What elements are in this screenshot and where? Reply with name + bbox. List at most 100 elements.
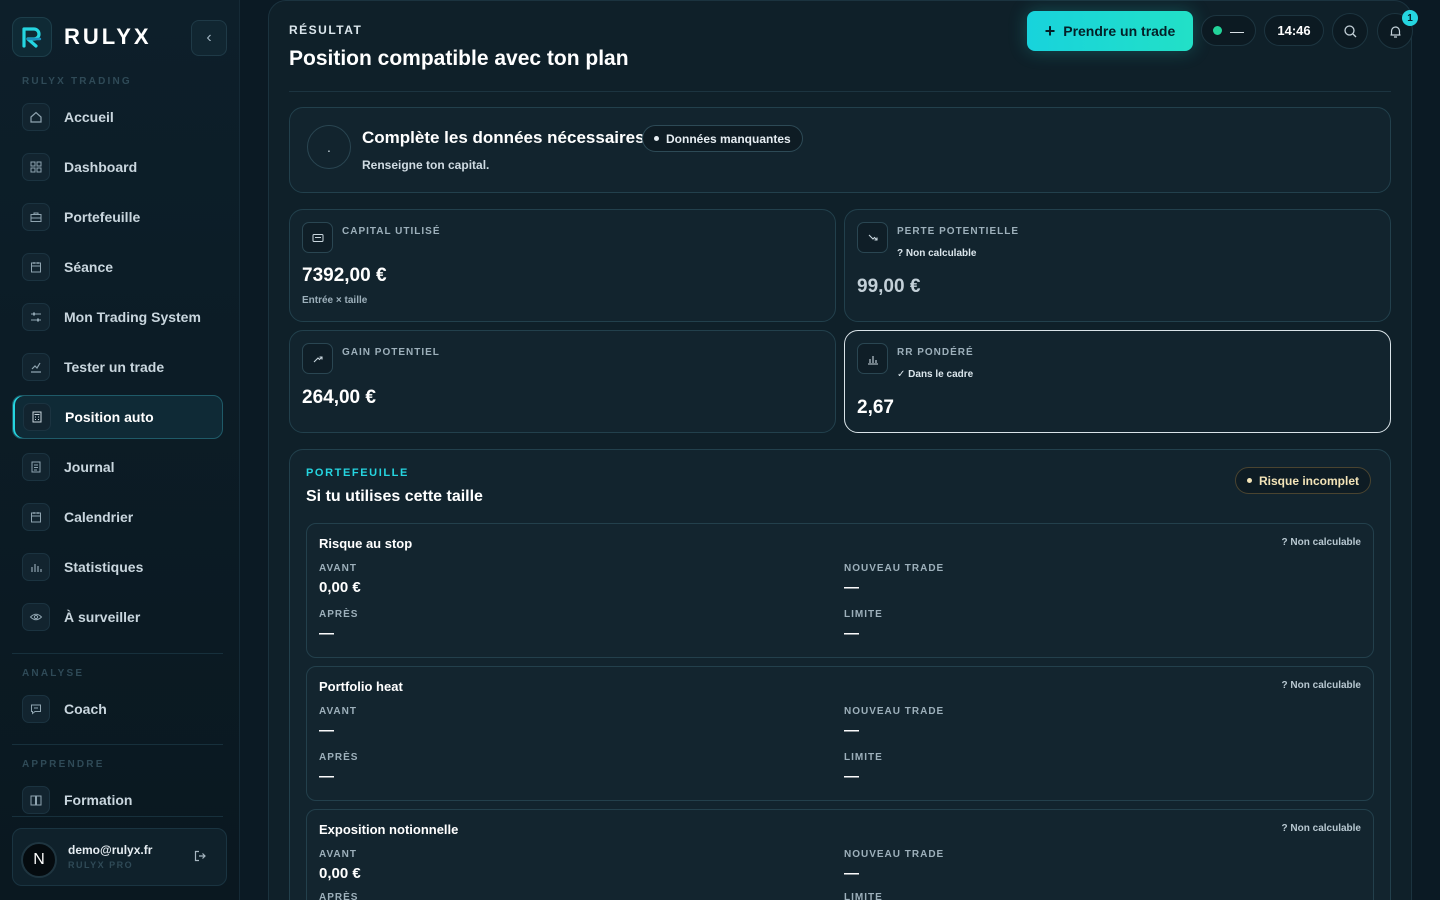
metric-capital-card: CAPITAL UTILISÉ 7392,00 € Entrée × taill… <box>289 209 836 322</box>
risk-block-flag: ? Non calculable <box>1281 680 1361 691</box>
label-nouveau-trade: NOUVEAU TRADE <box>844 563 945 574</box>
missing-data-subtitle: Renseigne ton capital. <box>362 158 490 172</box>
sidebar-item-label: Formation <box>64 792 133 808</box>
label-apres: APRÈS <box>319 752 359 763</box>
metric-value: 2,67 <box>857 397 894 418</box>
value-apres: — <box>319 625 334 642</box>
label-limite: LIMITE <box>844 752 883 763</box>
label-avant: AVANT <box>319 706 357 717</box>
notebook-icon <box>22 453 50 481</box>
risk-block-title: Portfolio heat <box>319 679 403 694</box>
sidebar-item-statistiques[interactable]: Statistiques <box>12 545 223 589</box>
user-email: demo@rulyx.fr <box>68 843 153 857</box>
label-apres: APRÈS <box>319 892 359 900</box>
sidebar-item-position-auto[interactable]: Position auto <box>12 395 223 439</box>
search-button[interactable] <box>1332 13 1368 49</box>
sliders-icon <box>22 303 50 331</box>
missing-data-title: Complète les données nécessaires <box>362 128 645 147</box>
sidebar-item-label: Mon Trading System <box>64 309 201 325</box>
risk-block-flag: ? Non calculable <box>1281 823 1361 834</box>
value-avant: — <box>319 722 334 739</box>
calculator-icon <box>23 403 51 431</box>
sidebar-item-label: Position auto <box>65 409 154 425</box>
label-avant: AVANT <box>319 849 357 860</box>
briefcase-icon <box>22 203 50 231</box>
sidebar-item-label: Séance <box>64 259 114 275</box>
metric-gain-card: GAIN POTENTIEL 264,00 € <box>289 330 836 433</box>
status-dot-icon <box>1213 26 1222 35</box>
sidebar-item-label: Tester un trade <box>64 359 165 375</box>
metric-note: ✓ Dans le cadre <box>897 369 974 380</box>
sidebar-item-label: Coach <box>64 701 107 717</box>
home-icon <box>22 103 50 131</box>
take-trade-button[interactable]: + Prendre un trade <box>1027 11 1193 51</box>
section-label-apprendre: APPRENDRE <box>22 759 105 770</box>
collapse-sidebar-button[interactable]: ‹ <box>191 20 227 56</box>
user-plan: RULYX PRO <box>68 860 134 870</box>
sidebar-item-tester-trade[interactable]: Tester un trade <box>12 345 223 389</box>
sidebar-item-coach[interactable]: Coach <box>12 687 223 731</box>
label-avant: AVANT <box>319 563 357 574</box>
sidebar-item-trading-system[interactable]: Mon Trading System <box>12 295 223 339</box>
sidebar-item-label: Portefeuille <box>64 209 141 225</box>
bar-chart-icon <box>857 343 888 374</box>
metric-value: 7392,00 € <box>302 265 387 286</box>
value-limite: — <box>844 768 859 785</box>
value-avant: 0,00 € <box>319 579 361 596</box>
calendar-icon <box>22 503 50 531</box>
dot-icon <box>1247 478 1252 483</box>
sidebar-item-a-surveiller[interactable]: À surveiller <box>12 595 223 639</box>
sidebar-divider <box>12 653 223 654</box>
main-panel: RÉSULTAT Position compatible avec ton pl… <box>268 0 1418 900</box>
sidebar-item-seance[interactable]: Séance <box>12 245 223 289</box>
plus-icon: + <box>1044 21 1056 41</box>
risk-block-exposition: Exposition notionnelle ? Non calculable … <box>306 809 1374 900</box>
dot-icon <box>654 136 659 141</box>
sidebar-item-calendrier[interactable]: Calendrier <box>12 495 223 539</box>
label-limite: LIMITE <box>844 892 883 900</box>
status-value: — <box>1230 22 1244 39</box>
label-nouveau-trade: NOUVEAU TRADE <box>844 706 945 717</box>
sidebar-item-label: À surveiller <box>64 609 141 625</box>
chevron-left-icon: ‹ <box>206 29 212 46</box>
metric-note: ? Non calculable <box>897 248 977 259</box>
missing-data-card: . Complète les données nécessaires Donné… <box>289 107 1391 193</box>
portfolio-card: PORTEFEUILLE Si tu utilises cette taille… <box>289 449 1391 900</box>
label-apres: APRÈS <box>319 609 359 620</box>
risk-block-title: Risque au stop <box>319 536 413 551</box>
metric-foot: Entrée × taille <box>302 295 368 306</box>
value-nouveau-trade: — <box>844 865 859 882</box>
section-label-analyse: ANALYSE <box>22 668 85 679</box>
sidebar-item-journal[interactable]: Journal <box>12 445 223 489</box>
metric-value: 264,00 € <box>302 387 376 408</box>
header-divider <box>289 91 1391 92</box>
eye-icon <box>22 603 50 631</box>
trend-down-icon <box>857 222 888 253</box>
value-apres: — <box>319 768 334 785</box>
sidebar-item-accueil[interactable]: Accueil <box>12 95 223 139</box>
metric-loss-card: PERTE POTENTIELLE ? Non calculable 99,00… <box>844 209 1391 322</box>
notification-badge: 1 <box>1402 10 1418 26</box>
chart-check-icon <box>22 353 50 381</box>
metric-label: CAPITAL UTILISÉ <box>342 226 441 237</box>
risk-block-heat: Portfolio heat ? Non calculable AVANT — … <box>306 666 1374 801</box>
user-card[interactable]: N demo@rulyx.fr RULYX PRO <box>12 828 227 886</box>
sidebar-item-label: Statistiques <box>64 559 144 575</box>
sidebar-item-label: Dashboard <box>64 159 138 175</box>
take-trade-label: Prendre un trade <box>1063 23 1176 39</box>
status-pill[interactable]: — <box>1201 15 1256 46</box>
sidebar-item-dashboard[interactable]: Dashboard <box>12 145 223 189</box>
avatar: N <box>21 842 57 878</box>
grid-icon <box>22 153 50 181</box>
page-title: Position compatible avec ton plan <box>289 47 629 70</box>
risk-incomplete-badge: Risque incomplet <box>1235 467 1372 494</box>
risk-block-flag: ? Non calculable <box>1281 537 1361 548</box>
bell-icon <box>1390 25 1400 38</box>
sidebar-item-portefeuille[interactable]: Portefeuille <box>12 195 223 239</box>
metric-label: PERTE POTENTIELLE <box>897 226 1020 237</box>
calendar-icon <box>22 253 50 281</box>
logout-icon[interactable] <box>193 849 207 868</box>
sidebar-item-label: Calendrier <box>64 509 134 525</box>
portfolio-eyebrow: PORTEFEUILLE <box>306 467 409 479</box>
brand[interactable]: RULYX <box>12 17 152 57</box>
